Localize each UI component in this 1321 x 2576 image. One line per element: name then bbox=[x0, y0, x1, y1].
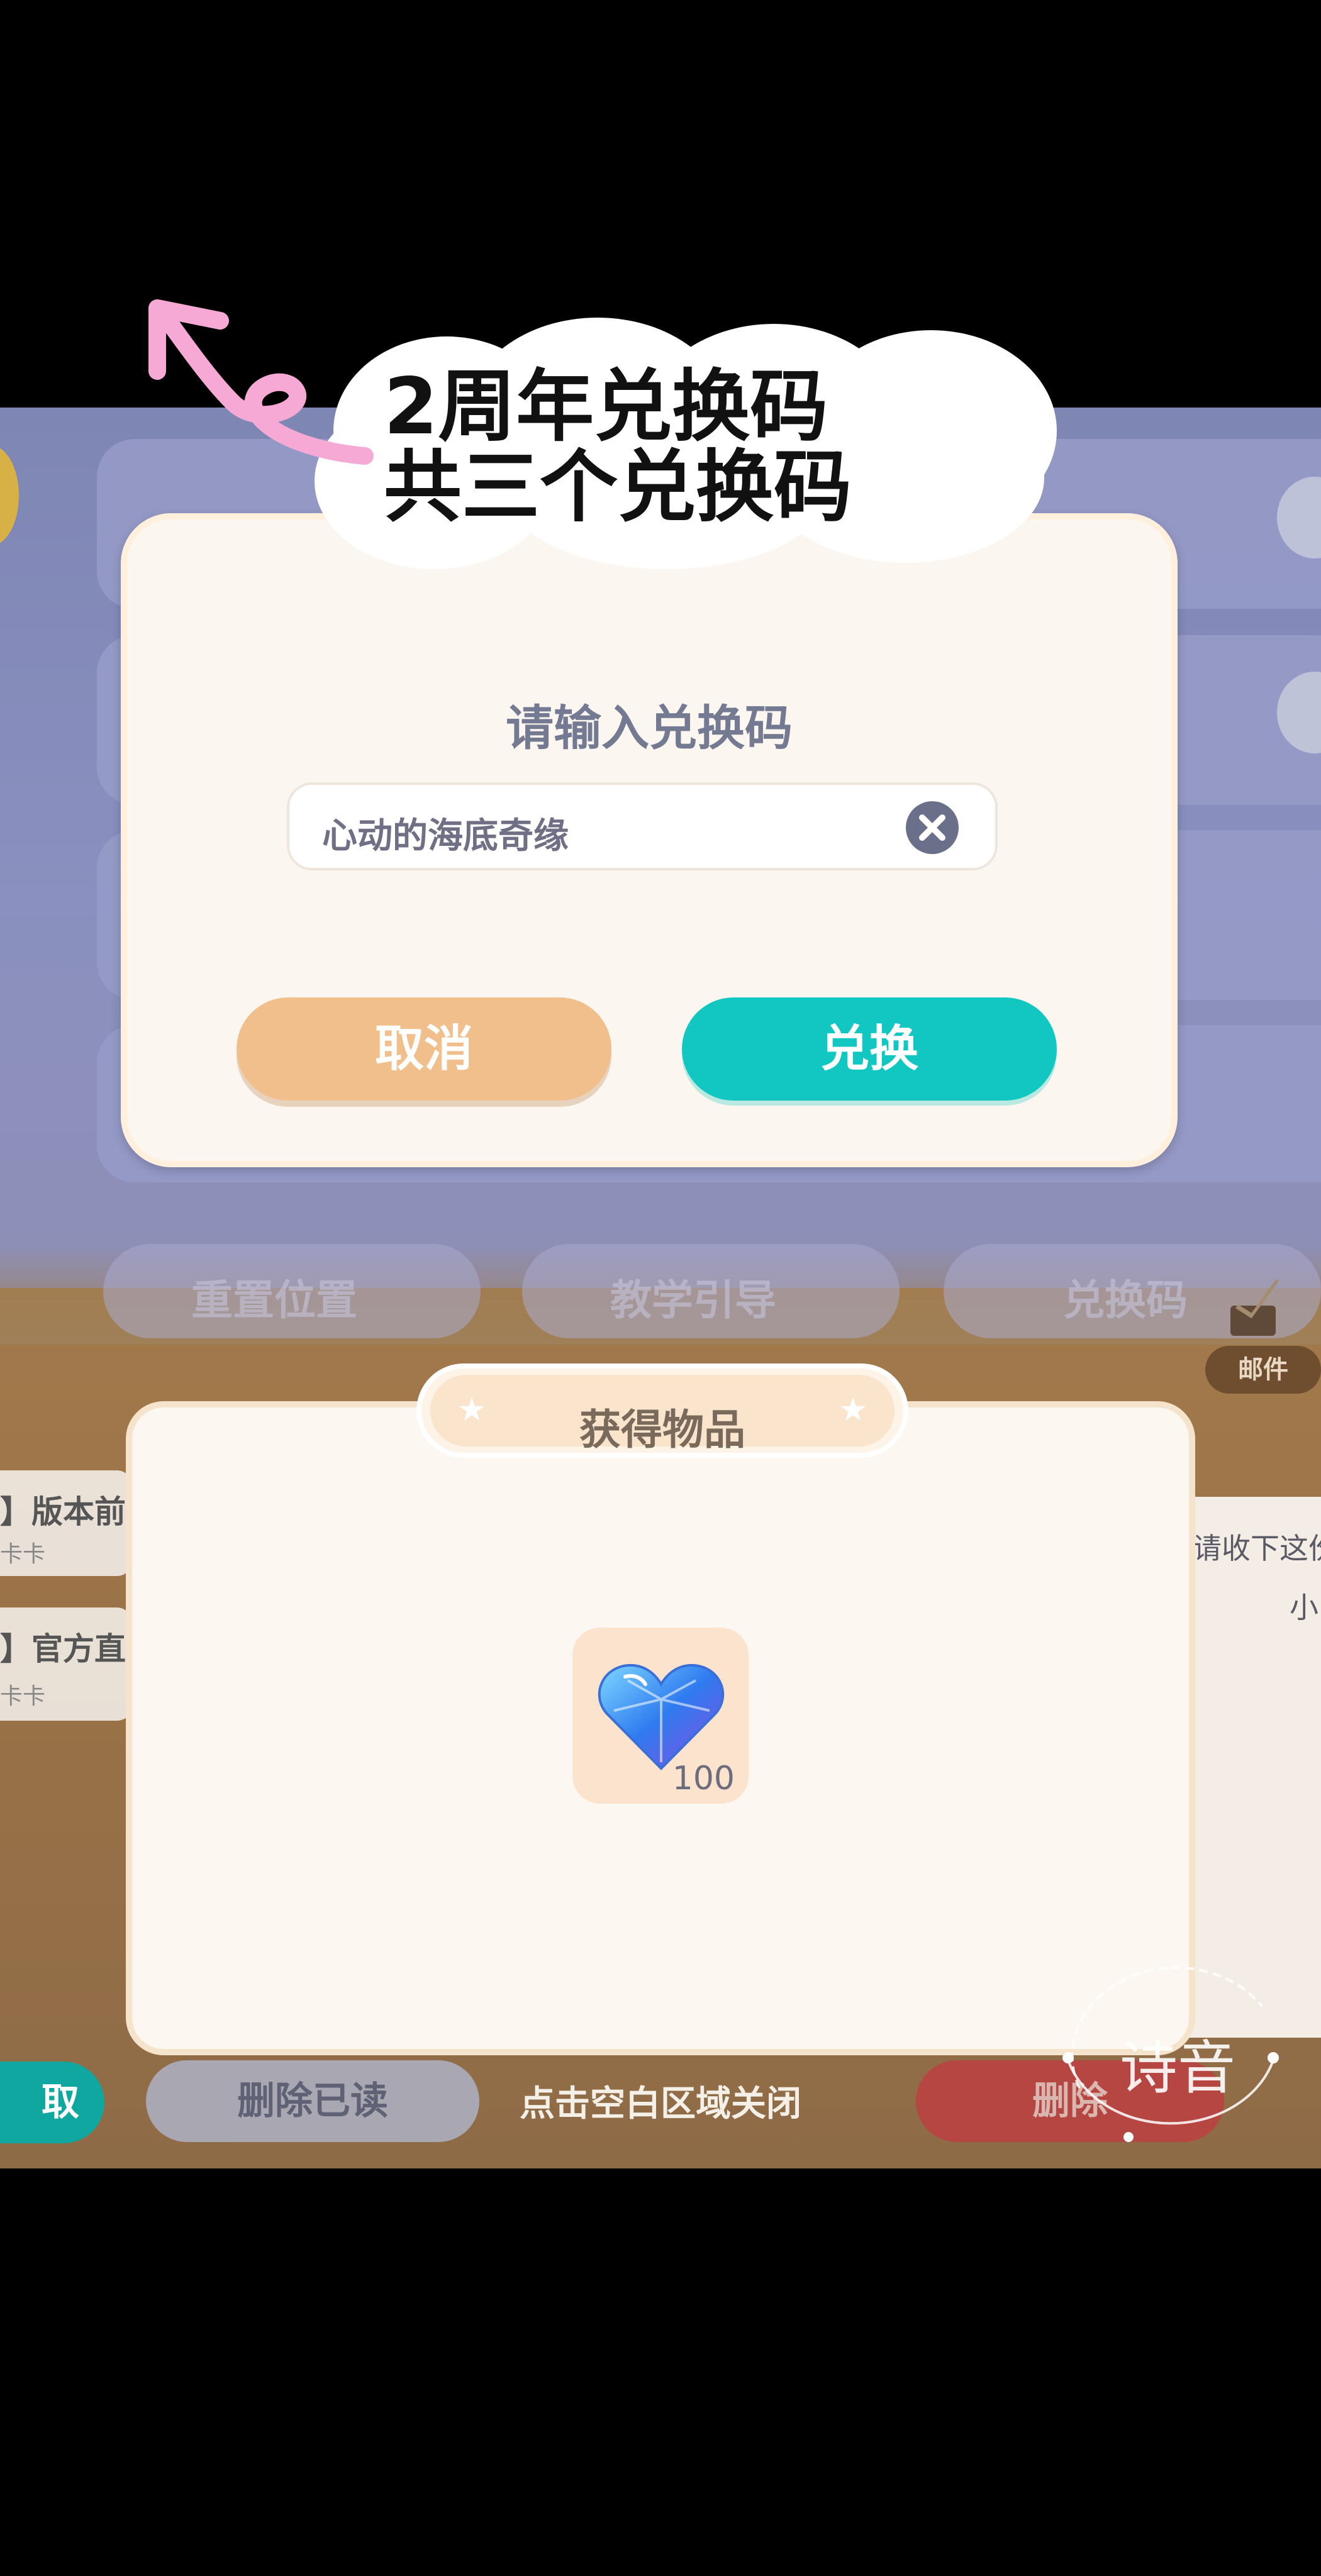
tab-reset-position[interactable]: 重置位置 bbox=[103, 1244, 481, 1338]
tab-label: 重置位置 bbox=[191, 1276, 357, 1324]
code-input-value: 心动的海底奇缘 bbox=[322, 816, 569, 857]
redeem-button[interactable]: 兑换 bbox=[682, 997, 1057, 1101]
mail-title: 】版本前 bbox=[0, 1494, 126, 1530]
caption-line-2: 共三个兑换码 bbox=[384, 442, 852, 533]
mail-preview-text: 请收下这份 bbox=[1193, 1531, 1321, 1565]
reward-item-slot[interactable]: 100 bbox=[572, 1628, 749, 1804]
envelope-icon[interactable] bbox=[1230, 1306, 1276, 1336]
mail-sender: 卡卡 bbox=[0, 1541, 46, 1567]
mail-title: 】官方直 bbox=[0, 1631, 126, 1667]
blue-heart-crystal-icon bbox=[598, 1663, 725, 1770]
caption-line-1: 2周年兑换码 bbox=[384, 362, 828, 452]
items-panel-title: 获得物品 bbox=[579, 1406, 745, 1454]
clear-icon[interactable] bbox=[906, 801, 959, 854]
items-panel-header: ★ 获得物品 ★ bbox=[416, 1363, 908, 1458]
pointer-arrow-icon bbox=[148, 299, 374, 465]
tab-tutorial[interactable]: 教学引导 bbox=[522, 1244, 900, 1338]
star-icon: ★ bbox=[838, 1391, 868, 1429]
mail-sender: 卡卡 bbox=[0, 1684, 46, 1709]
item-count: 100 bbox=[672, 1760, 735, 1797]
mail-list-item[interactable]: 】官方直 卡卡 bbox=[0, 1607, 132, 1721]
watermark-text: 诗音 bbox=[1120, 2035, 1236, 2102]
tab-label: 兑换码 bbox=[1063, 1276, 1188, 1324]
dialog-title: 请输入兑换码 bbox=[506, 700, 793, 756]
mail-list-item[interactable]: 】版本前 卡卡 bbox=[0, 1470, 132, 1576]
caption-bubble: 2周年兑换码 共三个兑换码 bbox=[315, 318, 1063, 569]
mail-tab[interactable]: 邮件 bbox=[1205, 1346, 1321, 1394]
tab-label: 教学引导 bbox=[610, 1276, 776, 1324]
redeem-code-input[interactable]: 心动的海底奇缘 bbox=[287, 782, 998, 870]
redeem-code-dialog: 请输入兑换码 心动的海底奇缘 取消 兑换 bbox=[121, 513, 1178, 1167]
mail-preview-text: 小 bbox=[1290, 1591, 1318, 1624]
cancel-button[interactable]: 取消 bbox=[237, 997, 611, 1101]
